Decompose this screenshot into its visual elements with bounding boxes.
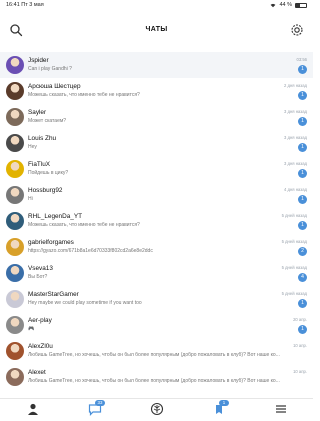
avatar bbox=[6, 82, 24, 100]
chat-time: 3 дня назад bbox=[284, 161, 307, 166]
tab-chats[interactable]: 33 bbox=[88, 400, 105, 416]
chat-row[interactable]: Jspider Can i play Gandhi ? 03:56 1 bbox=[0, 52, 313, 78]
unread-badge: 1 bbox=[298, 117, 307, 126]
app-header: ЧАТЫ bbox=[0, 10, 313, 50]
chat-row[interactable]: gabrielforgames https://gyazo.com/671b8a1… bbox=[0, 234, 313, 260]
chat-last-message: Можешь сказать, что именно тебе не нрави… bbox=[28, 92, 140, 98]
chat-name: Hossburg92 bbox=[28, 187, 63, 194]
chat-last-message: Пойдешь в цику? bbox=[28, 170, 69, 176]
chat-name: AlexZl0u bbox=[28, 343, 53, 350]
person-icon bbox=[26, 402, 40, 416]
chat-name: Арсюша Шестцер bbox=[28, 83, 81, 90]
avatar bbox=[6, 56, 24, 74]
avatar bbox=[6, 316, 24, 334]
avatar bbox=[6, 264, 24, 282]
chat-last-message: Можешь сказать, что именно тебе не нрави… bbox=[28, 222, 140, 228]
chat-row[interactable]: RHL_LegenDa_YT Можешь сказать, что именно… bbox=[0, 208, 313, 234]
chat-row[interactable]: Vseva13 Вы Бот? 5 дней назад 4 bbox=[0, 260, 313, 286]
chat-name: Louis Zhu bbox=[28, 135, 57, 142]
chat-name: FiaTluX bbox=[28, 161, 51, 168]
unread-badge: 1 bbox=[298, 143, 307, 152]
unread-badge: 1 bbox=[298, 169, 307, 178]
menu-icon bbox=[274, 402, 288, 416]
gear-icon[interactable] bbox=[290, 23, 304, 37]
battery-percent: 44 % bbox=[279, 2, 292, 8]
chat-time: 3 дня назад bbox=[284, 135, 307, 140]
status-time: 16:41 Пт 3 мая bbox=[6, 2, 44, 8]
chat-name: Vseva13 bbox=[28, 265, 53, 272]
page-title: ЧАТЫ bbox=[145, 26, 168, 33]
chat-time: 5 дней назад bbox=[281, 291, 307, 296]
chat-time: 3 дня назад bbox=[284, 109, 307, 114]
chat-time: 5 дней назад bbox=[281, 213, 307, 218]
chat-row[interactable]: Alexet Любишь GameTree, но хочешь, чтобы … bbox=[0, 364, 313, 390]
unread-badge: 1 bbox=[298, 325, 307, 334]
chat-name: Jspider bbox=[28, 57, 49, 64]
chat-last-message: Hi bbox=[28, 196, 33, 202]
unread-badge: 4 bbox=[298, 273, 307, 282]
tab-games[interactable] bbox=[150, 402, 164, 416]
avatar bbox=[6, 160, 24, 178]
chat-row[interactable]: Арсюша Шестцер Можешь сказать, что именно… bbox=[0, 78, 313, 104]
unread-badge: 1 bbox=[298, 221, 307, 230]
chat-name: Sayler bbox=[28, 109, 47, 116]
unread-badge: 1 bbox=[298, 91, 307, 100]
unread-badge: 1 bbox=[298, 195, 307, 204]
chat-last-message: Hey bbox=[28, 144, 37, 150]
chat-time: 4 дня назад bbox=[284, 187, 307, 192]
unread-badge: 1 bbox=[298, 299, 307, 308]
tab-badge: 33 bbox=[95, 400, 105, 406]
chat-name: gabrielforgames bbox=[28, 239, 74, 246]
chat-last-message: Hey maybe we could play sometime if you … bbox=[28, 300, 142, 306]
unread-badge: 1 bbox=[298, 65, 307, 74]
avatar bbox=[6, 108, 24, 126]
chat-last-message: https://gyazo.com/671b8a1e6d70333f802cd2… bbox=[28, 248, 153, 254]
battery-icon bbox=[295, 2, 307, 8]
tab-menu[interactable] bbox=[274, 402, 288, 416]
chat-last-message: Любишь GameTree, но хочешь, чтобы он был… bbox=[28, 352, 280, 358]
avatar bbox=[6, 212, 24, 230]
avatar bbox=[6, 368, 24, 386]
avatar bbox=[6, 238, 24, 256]
chat-time: 5 дней назад bbox=[281, 265, 307, 270]
chat-last-message: Can i play Gandhi ? bbox=[28, 66, 72, 72]
tab-profile[interactable] bbox=[26, 402, 40, 416]
chat-name: MasterStarGamer bbox=[28, 291, 79, 298]
tab-notifications[interactable]: 1 bbox=[212, 400, 229, 416]
chat-time: 20 апр. bbox=[293, 317, 307, 322]
tab-badge: 1 bbox=[219, 400, 229, 406]
chat-last-message: Любишь GameTree, но хочешь, чтобы он был… bbox=[28, 378, 280, 384]
chat-last-message: Может скатаем? bbox=[28, 118, 67, 124]
chat-name: Aer-play bbox=[28, 317, 52, 324]
chat-name: Alexet bbox=[28, 369, 46, 376]
tree-icon bbox=[150, 402, 164, 416]
avatar bbox=[6, 342, 24, 360]
chat-time: 5 дней назад bbox=[281, 239, 307, 244]
status-bar: 16:41 Пт 3 мая 44 % bbox=[0, 0, 313, 10]
unread-badge: 2 bbox=[298, 247, 307, 256]
avatar bbox=[6, 290, 24, 308]
wifi-icon bbox=[271, 3, 276, 7]
chat-row[interactable]: AlexZl0u Любишь GameTree, но хочешь, чтоб… bbox=[0, 338, 313, 364]
chat-name: RHL_LegenDa_YT bbox=[28, 213, 82, 220]
chat-time: 10 апр. bbox=[293, 369, 307, 374]
chat-row[interactable]: Sayler Может скатаем? 3 дня назад 1 bbox=[0, 104, 313, 130]
chat-last-message: 🎮 bbox=[28, 326, 35, 332]
chat-row[interactable]: FiaTluX Пойдешь в цику? 3 дня назад 1 bbox=[0, 156, 313, 182]
chat-last-message: Вы Бот? bbox=[28, 274, 48, 280]
tab-bar: 33 1 bbox=[0, 398, 313, 419]
avatar bbox=[6, 134, 24, 152]
chat-row[interactable]: Louis Zhu Hey 3 дня назад 1 bbox=[0, 130, 313, 156]
chat-time: 10 апр. bbox=[293, 343, 307, 348]
chat-row[interactable]: MasterStarGamer Hey maybe we could play s… bbox=[0, 286, 313, 312]
chat-row[interactable]: Hossburg92 Hi 4 дня назад 1 bbox=[0, 182, 313, 208]
chat-row[interactable]: Aer-play 🎮 20 апр. 1 bbox=[0, 312, 313, 338]
chat-time: 2 дня назад bbox=[284, 83, 307, 88]
chat-time: 03:56 bbox=[296, 57, 307, 62]
avatar bbox=[6, 186, 24, 204]
